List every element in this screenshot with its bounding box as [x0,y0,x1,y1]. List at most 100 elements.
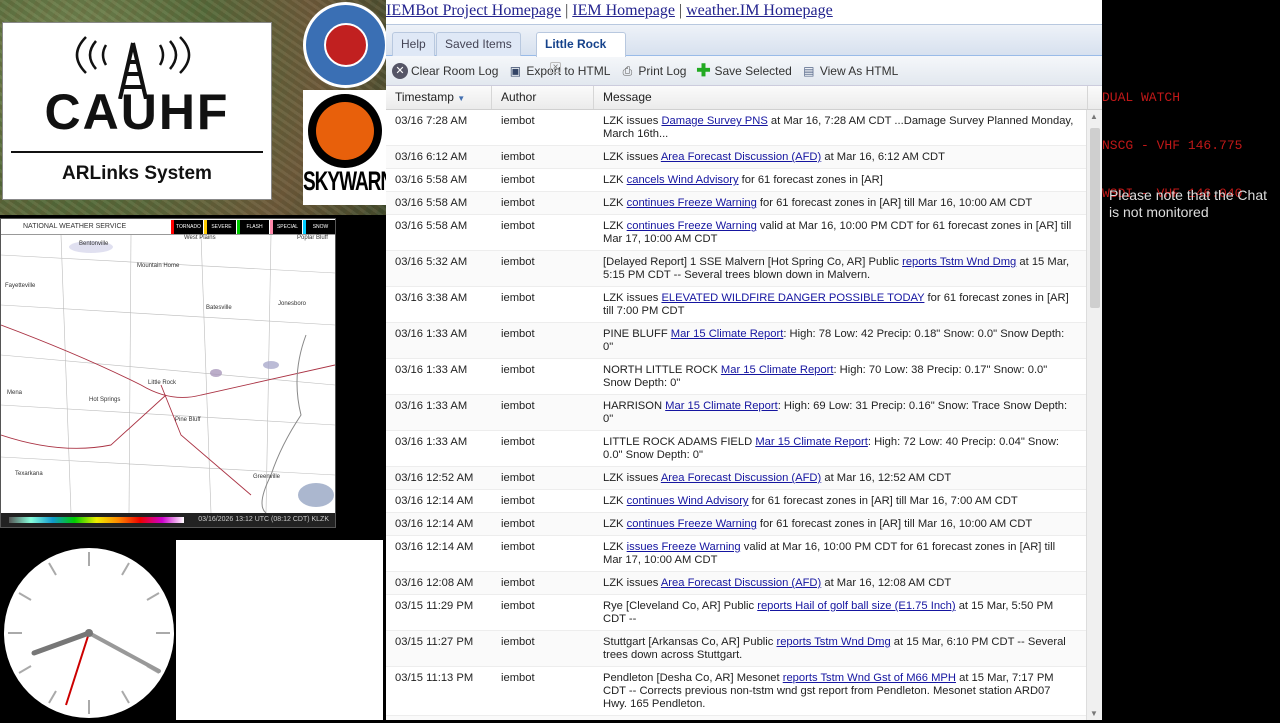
table-row[interactable]: 03/16 12:14 AM iembot LZK continues Wind A… [386,490,1086,513]
row-author: iembot [501,541,535,553]
seal-emblem-icon [324,23,368,67]
message-link[interactable]: cancels Wind Advisory [627,174,739,186]
tab-help[interactable]: Help [392,32,435,56]
row-timestamp: 03/16 5:58 AM [395,197,468,209]
message-link[interactable]: Damage Survey PNS [661,115,767,127]
table-row[interactable]: 03/16 5:32 AM iembot [Delayed Report] 1 SS… [386,251,1086,287]
message-link[interactable]: Mar 15 Climate Report [721,364,834,376]
message-link[interactable]: ELEVATED WILDFIRE DANGER POSSIBLE TODAY [661,292,924,304]
close-tab-icon[interactable]: × [550,62,561,73]
column-author[interactable]: Author [492,86,594,109]
skywarn-text: SKYWARN [303,167,388,197]
message-link[interactable]: Area Forecast Discussion (AFD) [661,472,821,484]
radar-timestamp: 03/16/2026 13:12 UTC (08:12 CDT) KLZK [198,516,329,523]
message-link[interactable]: continues Freeze Warning [627,220,757,232]
watch-line: DUAL WATCH [1102,90,1181,105]
message-text: at Mar 16, 6:12 AM CDT [821,151,945,163]
message-link[interactable]: Mar 15 Climate Report [755,436,868,448]
message-text: Stuttgart [Arkansas Co, AR] Public [603,636,777,648]
row-author: iembot [501,115,535,127]
row-message: LZK issues Damage Survey PNS at Mar 16, … [594,115,1080,141]
city-label: Bentonville [79,241,109,247]
table-row[interactable]: 03/16 1:33 AM iembot LITTLE ROCK ADAMS FIE… [386,431,1086,467]
vertical-scrollbar[interactable]: ▲ ▼ [1086,110,1102,720]
row-author: iembot [501,364,535,376]
message-link[interactable]: continues Freeze Warning [627,518,757,530]
table-row[interactable]: 03/16 7:28 AM iembot LZK issues Damage Sur… [386,110,1086,146]
clear-icon: ✕ [392,62,408,79]
message-text: LZK [603,220,627,232]
print-log-button[interactable]: ⎙ Print Log [619,63,687,79]
message-link[interactable]: reports Tstm Wnd Dmg [776,636,890,648]
table-row[interactable]: 03/16 12:08 AM iembot LZK issues Area Fore… [386,572,1086,595]
second-hand [65,632,90,706]
message-link[interactable]: reports Tstm Wnd Dmg [902,256,1016,268]
iem-homepage-link[interactable]: IEM Homepage [572,2,675,19]
table-row[interactable]: 03/16 3:38 AM iembot LZK issues ELEVATED W… [386,287,1086,323]
row-timestamp: 03/16 12:14 AM [395,518,474,530]
message-text: NORTH LITTLE ROCK [603,364,721,376]
message-link[interactable]: issues Freeze Warning [627,541,741,553]
cauhf-logo-text: CAUHF [44,84,230,140]
table-row[interactable]: 03/16 5:58 AM iembot LZK continues Freeze … [386,215,1086,251]
message-link[interactable]: Area Forecast Discussion (AFD) [661,577,821,589]
table-row[interactable]: 03/15 11:13 PM iembot Pendleton [Desha Co,… [386,667,1086,716]
table-row[interactable]: 03/16 6:12 AM iembot LZK issues Area Forec… [386,146,1086,169]
city-label: Texarkana [15,471,43,477]
table-row[interactable]: 03/16 12:14 AM iembot LZK continues Freeze… [386,513,1086,536]
city-label: Pine Bluff [175,417,201,423]
table-row[interactable]: 03/15 11:12 PMiembotHouston [Perry Co, A… [386,716,1086,720]
tab-little-rock[interactable]: Little Rock × [536,32,626,73]
table-row[interactable]: 03/16 12:14 AM iembot LZK issues Freeze Wa… [386,536,1086,572]
message-link[interactable]: Mar 15 Climate Report [665,400,778,412]
message-text: LZK [603,541,627,553]
table-row[interactable]: 03/16 5:58 AM iembot LZK cancels Wind Advi… [386,169,1086,192]
message-link[interactable]: continues Freeze Warning [627,197,757,209]
row-timestamp: 03/16 12:08 AM [395,577,474,589]
radar-map-lines [1,235,335,513]
scroll-thumb[interactable] [1090,128,1100,308]
message-text: for 61 forecast zones in [AR] till Mar 1… [756,197,1033,209]
message-link[interactable]: continues Wind Advisory [627,495,749,507]
row-author: iembot [501,328,535,340]
row-author: iembot [501,518,535,530]
row-timestamp: 03/15 11:29 PM [395,600,474,612]
table-row[interactable]: 03/16 1:33 AM iembot NORTH LITTLE ROCK Mar… [386,359,1086,395]
message-link[interactable]: reports Tstm Wnd Gst of M66 MPH [783,672,956,684]
save-selected-button[interactable]: ✚ Save Selected [695,60,792,80]
plus-icon: ✚ [696,60,711,80]
table-row[interactable]: 03/16 12:52 AM iembot LZK issues Area Fore… [386,467,1086,490]
view-as-html-button[interactable]: ▤ View As HTML [801,63,898,79]
message-text: for 61 forecast zones in [AR] [738,174,883,186]
column-message[interactable]: Message [594,86,1088,109]
row-timestamp: 03/16 5:58 AM [395,220,468,232]
legend-severe: SEVERE THUNDERSTORM [204,219,249,244]
row-message: LZK issues Area Forecast Discussion (AFD… [594,151,1080,164]
table-row[interactable]: 03/15 11:27 PM iembot Stuttgart [Arkansas … [386,631,1086,667]
column-timestamp[interactable]: Timestamp ▼ [386,86,492,109]
row-timestamp: 03/16 1:33 AM [395,436,468,448]
row-message: Rye [Cleveland Co, AR] Public reports Ha… [594,600,1080,626]
weather-im-homepage-link[interactable]: weather.IM Homepage [686,2,833,19]
table-row[interactable]: 03/15 11:29 PM iembot Rye [Cleveland Co, A… [386,595,1086,631]
minute-hand [87,631,161,673]
table-row[interactable]: 03/16 1:33 AM iembot HARRISON Mar 15 Clima… [386,395,1086,431]
save-selected-label: Save Selected [714,63,792,78]
message-link[interactable]: Area Forecast Discussion (AFD) [661,151,821,163]
grid-header: Timestamp ▼ Author Message [386,86,1102,110]
scroll-down-icon[interactable]: ▼ [1090,709,1098,718]
skywarn-logo: SKYWARN [303,90,388,205]
row-timestamp: 03/16 1:33 AM [395,328,468,340]
radar-header: NATIONAL WEATHER SERVICE TORNADO SEVERE … [1,219,335,244]
iembot-homepage-link[interactable]: IEMBot Project Homepage [386,2,561,19]
city-label: West Plains [184,235,216,241]
message-link[interactable]: Mar 15 Climate Report [671,328,784,340]
scroll-up-icon[interactable]: ▲ [1090,112,1098,121]
tab-little-rock-label: Little Rock [545,37,607,51]
table-row[interactable]: 03/16 5:58 AM iembot LZK continues Freeze … [386,192,1086,215]
table-row[interactable]: 03/16 1:33 AM iembot PINE BLUFF Mar 15 Cli… [386,323,1086,359]
tab-saved-items[interactable]: Saved Items [436,32,521,56]
row-author: iembot [501,220,535,232]
clear-room-log-button[interactable]: ✕ Clear Room Log [392,62,498,79]
message-link[interactable]: reports Hail of golf ball size (E1.75 In… [757,600,955,612]
